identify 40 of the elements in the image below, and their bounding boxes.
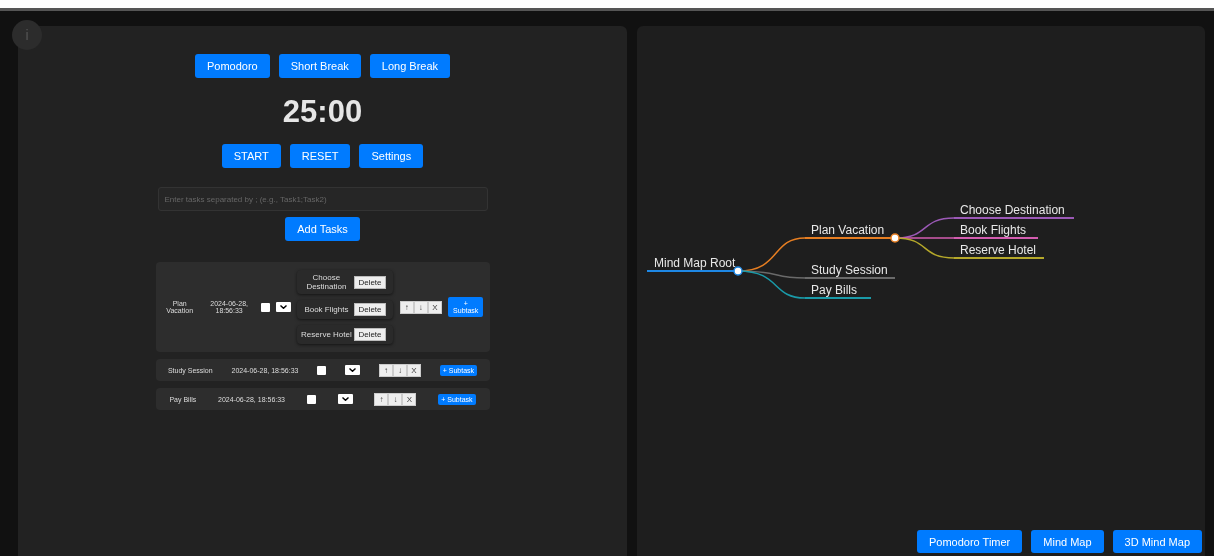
timer-button[interactable]: Settings — [359, 144, 424, 168]
move-up-button[interactable]: ↑ — [378, 363, 393, 377]
mode-button[interactable]: Long Break — [369, 54, 451, 78]
move-up-button[interactable]: ↑ — [374, 392, 389, 406]
timer-display: 25:00 — [282, 94, 363, 130]
priority-select[interactable] — [275, 302, 291, 312]
mode-button[interactable]: Short Break — [278, 54, 361, 78]
subtask-name: Reserve Hotel — [300, 330, 353, 339]
node-handle[interactable] — [733, 266, 743, 276]
mind-map-node[interactable]: Plan Vacation — [805, 223, 895, 239]
task-checkbox[interactable] — [306, 394, 316, 404]
remove-button[interactable]: X — [402, 392, 417, 406]
task-checkbox[interactable] — [260, 302, 270, 312]
chevron-down-icon — [349, 368, 357, 372]
nav-button[interactable]: Mind Map — [1031, 530, 1104, 553]
mind-map-node[interactable]: Mind Map Root — [647, 256, 738, 272]
subtask-name: Choose Destination — [305, 273, 348, 291]
nav-button[interactable]: 3D Mind Map — [1112, 530, 1202, 553]
chevron-down-icon — [341, 397, 349, 401]
subtask-name: Book Flights — [303, 305, 350, 314]
timer-button[interactable]: RESET — [289, 144, 351, 168]
delete-button[interactable]: Delete — [354, 303, 386, 316]
priority-select[interactable] — [337, 394, 353, 404]
mind-map-node[interactable]: Choose Destination — [954, 203, 1074, 219]
mind-map-node[interactable]: Book Flights — [954, 223, 1038, 239]
mind-map-node[interactable]: Pay Bills — [805, 283, 871, 299]
timer-button[interactable]: START — [221, 144, 281, 168]
mind-map-node[interactable]: Study Session — [805, 263, 895, 279]
delete-button[interactable]: Delete — [354, 328, 386, 341]
priority-select[interactable] — [345, 365, 361, 375]
add-tasks-button[interactable]: Add Tasks — [285, 217, 360, 241]
move-up-button[interactable]: ↑ — [399, 300, 414, 314]
task-checkbox[interactable] — [317, 365, 327, 375]
move-down-button[interactable]: ↓ — [388, 392, 403, 406]
mode-button[interactable]: Pomodoro — [194, 54, 270, 78]
chevron-down-icon — [279, 305, 287, 309]
nav-button[interactable]: Pomodoro Timer — [916, 530, 1023, 553]
delete-button[interactable]: Delete — [354, 275, 386, 289]
mind-map-node[interactable]: Reserve Hotel — [954, 243, 1044, 259]
node-handle[interactable] — [890, 233, 900, 243]
